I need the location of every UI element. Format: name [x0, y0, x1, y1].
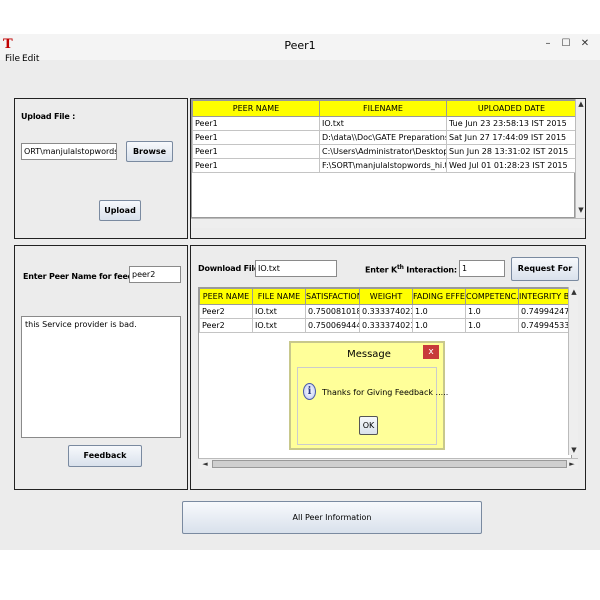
cell: 0.7499453314...	[518, 318, 574, 333]
upload-path-field[interactable]: ORT\manjulalstopwords_hi.ht	[21, 143, 117, 160]
cell: Peer1	[192, 130, 320, 145]
minimize-icon[interactable]: –	[540, 37, 556, 51]
cell: Peer1	[192, 144, 320, 159]
cell: Sun Jun 28 13:31:02 IST 2015	[446, 144, 577, 159]
dialog-body: i Thanks for Giving Feedback ..... OK	[297, 367, 448, 445]
kth-interaction-field[interactable]: 1	[459, 260, 505, 277]
menu-bar: File Edit	[0, 54, 600, 80]
scroll-down-icon[interactable]: ▼	[569, 445, 579, 455]
cell: F:\SORT\manjulalstopwords_hi.txt	[319, 158, 447, 173]
upload-panel: Upload File : ORT\manjulalstopwords_hi.h…	[14, 98, 188, 239]
all-peer-information-button[interactable]: All Peer Information	[182, 501, 482, 534]
dialog-close-icon[interactable]: x	[423, 345, 439, 359]
kth-interaction-label: Enter Kth Interaction:	[365, 264, 457, 275]
peer-name-field[interactable]: peer2	[129, 266, 181, 283]
browse-button[interactable]: Browse	[126, 141, 173, 162]
uploads-table: PEER NAME FILENAME UPLOADED DATE Peer1 I…	[191, 99, 577, 218]
col-weight[interactable]: WEIGHT	[359, 288, 413, 305]
cell: IO.txt	[252, 304, 306, 319]
kth-prefix: Enter K	[365, 265, 397, 275]
col-uploaded-date[interactable]: UPLOADED DATE	[446, 100, 577, 117]
upload-button[interactable]: Upload	[99, 200, 141, 221]
window-title: Peer1	[284, 39, 316, 52]
col-fading-effect[interactable]: FADING EFFE...	[412, 288, 466, 305]
col-filename[interactable]: FILENAME	[319, 100, 447, 117]
feedback-textarea[interactable]: this Service provider is bad.	[21, 316, 181, 438]
table-row[interactable]: Peer2 IO.txt 0.7500810185... 0.333374023…	[199, 304, 574, 319]
scroll-up-icon[interactable]: ▲	[576, 99, 586, 109]
message-dialog: Message x i Thanks for Giving Feedback .…	[289, 341, 448, 450]
col-competence[interactable]: COMPETENC...	[465, 288, 519, 305]
table-row[interactable]: Peer1 F:\SORT\manjulalstopwords_hi.txt W…	[192, 158, 577, 173]
uploads-panel: PEER NAME FILENAME UPLOADED DATE Peer1 I…	[190, 98, 586, 239]
cell: IO.txt	[252, 318, 306, 333]
download-file-field[interactable]: IO.txt	[255, 260, 337, 277]
cell: Tue Jun 23 23:58:13 IST 2015	[446, 116, 577, 131]
scroll-thumb[interactable]	[212, 460, 567, 468]
cell: Peer1	[192, 116, 320, 131]
dialog-title-bar: Message x	[291, 343, 443, 367]
table-row[interactable]: Peer2 IO.txt 0.7500694444... 0.333374023…	[199, 318, 574, 333]
cell: C:\Users\Administrator\Desktop\IO.txt	[319, 144, 447, 159]
cell: Peer1	[192, 158, 320, 173]
col-integrity[interactable]: INTEGRITY BE...	[518, 288, 574, 305]
col-satisfaction[interactable]: SATISFACTION	[305, 288, 360, 305]
close-icon[interactable]: ✕	[577, 37, 593, 51]
table-row[interactable]: Peer1 C:\Users\Administrator\Desktop\IO.…	[192, 144, 577, 159]
cell: 0.7499424729...	[518, 304, 574, 319]
kth-suffix: Interaction:	[403, 265, 457, 275]
feedback-button[interactable]: Feedback	[68, 445, 142, 467]
results-vertical-scrollbar[interactable]: ▲ ▼	[568, 287, 578, 455]
cell: 1.0	[465, 304, 519, 319]
title-bar: T Peer1 – ☐ ✕	[0, 34, 600, 60]
results-horizontal-scrollbar[interactable]: ◄ ►	[198, 458, 578, 469]
table-row[interactable]: Peer1 D:\data\\Doc\GATE Preparations\lin…	[192, 130, 577, 145]
cell: 0.7500694444...	[305, 318, 360, 333]
cell: Peer2	[199, 318, 253, 333]
scroll-up-icon[interactable]: ▲	[569, 287, 579, 297]
menu-file[interactable]: File	[5, 54, 20, 64]
ok-button[interactable]: OK	[359, 416, 378, 435]
menu-edit[interactable]: Edit	[22, 54, 39, 64]
scroll-down-icon[interactable]: ▼	[576, 205, 586, 215]
cell: 1.0	[412, 318, 466, 333]
cell: 0.3333740234...	[359, 304, 413, 319]
cell: 1.0	[465, 318, 519, 333]
col-file-name[interactable]: FILE NAME	[252, 288, 306, 305]
table-row[interactable]: Peer1 IO.txt Tue Jun 23 23:58:13 IST 201…	[192, 116, 577, 131]
cell: Peer2	[199, 304, 253, 319]
scroll-left-icon[interactable]: ◄	[200, 459, 210, 469]
cell: 1.0	[412, 304, 466, 319]
cell: IO.txt	[319, 116, 447, 131]
dialog-message: Thanks for Giving Feedback .....	[322, 388, 449, 397]
cell: 0.7500810185...	[305, 304, 360, 319]
cell: D:\data\\Doc\GATE Preparations\links.txt	[319, 130, 447, 145]
col-peer-name[interactable]: PEER NAME	[199, 288, 253, 305]
cell: Sat Jun 27 17:44:09 IST 2015	[446, 130, 577, 145]
uploads-horizontal-scrollbar[interactable]	[191, 218, 585, 228]
upload-label: Upload File :	[21, 112, 76, 121]
kth-sup: th	[396, 264, 404, 271]
request-file-button[interactable]: Request For File	[511, 257, 579, 295]
cell: Wed Jul 01 01:28:23 IST 2015	[446, 158, 577, 173]
scroll-right-icon[interactable]: ►	[567, 459, 577, 469]
maximize-icon[interactable]: ☐	[558, 37, 574, 51]
col-peer-name[interactable]: PEER NAME	[192, 100, 320, 117]
feedback-panel: Enter Peer Name for feedback: peer2 this…	[14, 245, 188, 490]
uploads-vertical-scrollbar[interactable]: ▲ ▼	[575, 99, 585, 218]
info-icon: i	[303, 383, 316, 400]
cell: 0.3333740234...	[359, 318, 413, 333]
